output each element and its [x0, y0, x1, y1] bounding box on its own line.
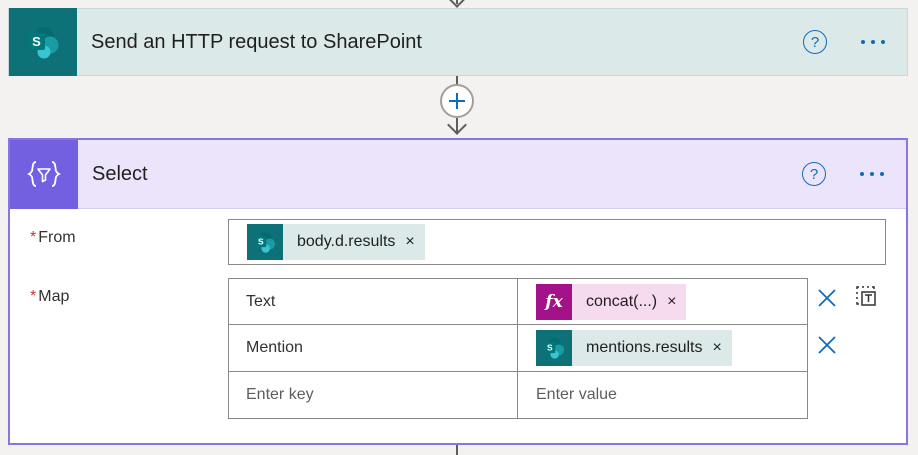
- map-key-input[interactable]: Mention: [228, 325, 518, 372]
- select-action-header[interactable]: Select ?: [10, 139, 906, 209]
- map-row-new: Enter key Enter value: [228, 372, 808, 419]
- map-value-token-remove-button[interactable]: ×: [713, 339, 722, 357]
- delete-row-icon[interactable]: [816, 334, 838, 361]
- map-value-token-remove-button[interactable]: ×: [667, 293, 676, 311]
- svg-text:S: S: [32, 34, 41, 49]
- from-label: * From: [30, 229, 76, 247]
- select-action-card: Select ? * From S body.d.results × * Map…: [8, 138, 908, 445]
- sharepoint-icon: S: [9, 8, 77, 76]
- from-token-text: body.d.results: [297, 233, 396, 250]
- map-value-token-text: mentions.results: [586, 339, 703, 356]
- map-label: * Map: [30, 288, 69, 306]
- from-required-mark: *: [30, 229, 37, 246]
- from-label-text: From: [38, 229, 76, 246]
- map-value-token-text: concat(...): [586, 292, 658, 310]
- svg-text:S: S: [258, 237, 264, 247]
- from-token-remove-button[interactable]: ×: [405, 233, 414, 251]
- from-input[interactable]: S body.d.results ×: [228, 219, 886, 265]
- map-value-token[interactable]: fx concat(...) ×: [536, 283, 687, 320]
- select-action-title[interactable]: Select: [92, 163, 802, 186]
- map-key-input[interactable]: Text: [228, 278, 518, 325]
- map-value-token[interactable]: S mentions.results ×: [536, 330, 732, 366]
- connector-line-upper: [456, 76, 458, 84]
- top-connector-arrow: [447, 0, 467, 8]
- delete-row-icon[interactable]: [816, 287, 838, 314]
- map-new-key-input[interactable]: Enter key: [228, 372, 518, 419]
- select-help-button[interactable]: ?: [802, 162, 826, 186]
- fx-icon: fx: [536, 283, 572, 320]
- map-value-input[interactable]: fx concat(...) ×: [518, 278, 808, 325]
- map-value-input[interactable]: S mentions.results ×: [518, 325, 808, 372]
- switch-to-text-mode-icon[interactable]: [854, 284, 878, 313]
- map-row: Mention S mentions.results ×: [228, 325, 808, 372]
- connector-arrow: [447, 115, 467, 135]
- select-action-body: * From S body.d.results × * Map Text fx …: [10, 209, 906, 445]
- select-more-options-button[interactable]: [860, 162, 884, 186]
- map-new-value-input[interactable]: Enter value: [518, 372, 808, 419]
- svg-text:S: S: [547, 343, 553, 353]
- insert-step-button[interactable]: [440, 84, 474, 118]
- sharepoint-icon: S: [247, 224, 283, 260]
- sharepoint-action-card[interactable]: S Send an HTTP request to SharePoint ?: [8, 8, 908, 76]
- select-data-operation-icon: [10, 139, 78, 209]
- bottom-connector-line: [456, 445, 458, 455]
- sharepoint-help-button[interactable]: ?: [803, 30, 827, 54]
- from-token[interactable]: S body.d.results ×: [247, 224, 425, 260]
- map-required-mark: *: [30, 288, 37, 305]
- map-label-text: Map: [38, 288, 70, 305]
- map-table: Text fx concat(...) × Mention S mentions…: [228, 278, 808, 419]
- map-row: Text fx concat(...) ×: [228, 278, 808, 325]
- sharepoint-action-title[interactable]: Send an HTTP request to SharePoint: [91, 31, 803, 54]
- sharepoint-more-options-button[interactable]: [861, 30, 885, 54]
- sharepoint-icon: S: [536, 330, 572, 366]
